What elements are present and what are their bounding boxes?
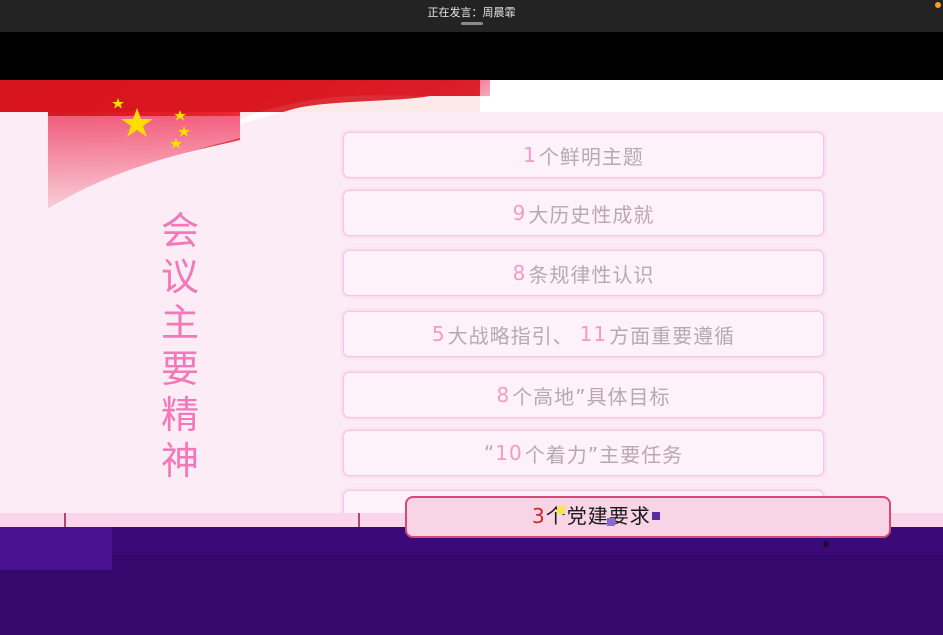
title-char: 会 xyxy=(160,209,199,253)
spirit-item: 8 个高地”具体目标 xyxy=(343,372,824,418)
recording-dot-icon xyxy=(935,2,941,8)
title-char: 要 xyxy=(160,347,199,391)
item-number: 8 xyxy=(496,383,511,407)
meeting-topbar: 正在发言：周晨霏 xyxy=(0,0,943,32)
spirit-item: 9 大历史性成就 xyxy=(343,190,824,236)
artifact-dot xyxy=(823,541,829,547)
item-number: 11 xyxy=(579,322,608,346)
video-purple-block xyxy=(0,527,112,570)
item-text: 大历史性成就 xyxy=(528,202,655,227)
vertical-slide-title: 会 议 主 要 精 神 xyxy=(150,208,210,484)
item-prefix: “ xyxy=(483,441,496,465)
shared-slide: 会 议 主 要 精 神 1 个鲜明主题 9 大历史性成就 8 条规律性认识 5 大战略指… xyxy=(0,80,943,513)
item-text: 个着力”主要任务 xyxy=(524,442,684,467)
item-text: 个鲜明主题 xyxy=(538,144,644,169)
strip-divider xyxy=(64,513,66,527)
video-letterbox-top xyxy=(0,32,943,80)
video-purple-area xyxy=(0,555,943,635)
banner-number: 3 xyxy=(532,504,546,528)
banner-text: 3个党建要求 xyxy=(532,500,651,529)
item-number: 10 xyxy=(495,441,523,465)
item-number: 5 xyxy=(431,322,446,346)
item-text: 个高地”具体目标 xyxy=(512,384,671,409)
spirit-item: 8 条规律性认识 xyxy=(343,250,824,296)
title-char: 主 xyxy=(160,301,199,345)
party-building-banner: 3个党建要求 xyxy=(405,496,891,538)
glitch-block xyxy=(557,506,565,514)
glitch-block xyxy=(652,512,660,520)
active-speaker-label: 正在发言：周晨霏 xyxy=(427,6,516,19)
item-number: 1 xyxy=(523,143,537,167)
item-number: 8 xyxy=(512,261,527,285)
drag-handle[interactable] xyxy=(461,22,483,25)
item-number: 9 xyxy=(512,201,527,225)
spirit-item: 5 大战略指引、 11 方面重要遵循 xyxy=(343,311,824,357)
spirit-item: “10 个着力”主要任务 xyxy=(343,430,824,476)
item-text: 大战略指引、 xyxy=(447,323,574,348)
spirit-item: 1 个鲜明主题 xyxy=(343,132,824,178)
glitch-block xyxy=(607,518,615,526)
item-text: 方面重要遵循 xyxy=(609,323,736,348)
item-text: 条规律性认识 xyxy=(528,262,655,287)
strip-divider xyxy=(358,513,360,527)
title-char: 神 xyxy=(160,439,199,483)
title-char: 议 xyxy=(160,255,199,299)
title-char: 精 xyxy=(160,393,199,437)
